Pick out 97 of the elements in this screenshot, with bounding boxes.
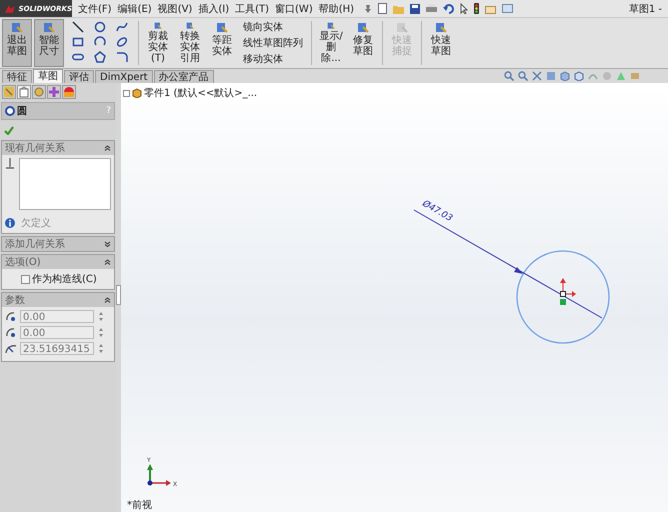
section-header[interactable]: 选项(O) — [2, 255, 114, 269]
tool-icon — [325, 22, 337, 30]
ribbon-button[interactable]: 剪裁实体(T) — [143, 19, 173, 67]
view-orientation-icon[interactable] — [560, 71, 570, 81]
axis-triad-drawing — [147, 464, 171, 486]
line-tool-icon[interactable] — [72, 20, 84, 32]
pin-icon[interactable] — [364, 4, 372, 14]
arc-tool-icon[interactable] — [94, 36, 106, 48]
tool-icon — [152, 22, 164, 30]
spin-control[interactable] — [97, 326, 105, 339]
tool-icon — [184, 22, 196, 30]
property-manager-tab-icon[interactable] — [17, 85, 31, 99]
zoom-area-icon[interactable] — [518, 71, 528, 81]
tree-item[interactable]: 零件1 (默认<<默认>_... — [144, 86, 258, 100]
section-view-icon[interactable] — [546, 71, 556, 81]
status-text: 欠定义 — [21, 216, 51, 230]
ribbon-button[interactable]: 显示/删除... — [316, 19, 346, 67]
fillet-tool-icon[interactable] — [116, 50, 128, 62]
undo-icon[interactable] — [443, 4, 454, 14]
dimxpert-tab-icon[interactable] — [47, 85, 61, 99]
collapse-icon[interactable] — [104, 145, 111, 151]
parameter-field[interactable]: 0.00 — [20, 310, 94, 323]
circle-tool-icon[interactable] — [94, 20, 106, 32]
tool-icon — [435, 22, 447, 34]
spline-tool-icon[interactable] — [116, 20, 128, 32]
command-tab[interactable]: 评估 — [64, 70, 94, 83]
screen-icon[interactable] — [502, 4, 514, 14]
ellipse-tool-icon[interactable] — [116, 36, 128, 48]
info-icon — [5, 218, 15, 228]
section-header[interactable]: 添加几何关系 — [2, 237, 114, 251]
ribbon-button[interactable]: 等距实体 — [207, 19, 237, 67]
new-document-icon[interactable] — [378, 3, 388, 14]
part-icon — [132, 88, 142, 98]
polygon-tool-icon[interactable] — [94, 50, 106, 62]
relations-list[interactable] — [19, 158, 111, 210]
radius-icon — [5, 343, 17, 354]
parameter-field[interactable]: 23.51693415 — [20, 342, 94, 355]
command-tab[interactable]: 草图 — [33, 69, 63, 83]
document-title: 草图1 - — [628, 2, 663, 16]
tool-icon — [216, 22, 228, 34]
display-style-icon[interactable] — [574, 71, 584, 81]
command-tab[interactable]: 办公室产品 — [154, 70, 214, 83]
collapse-icon[interactable] — [104, 297, 111, 303]
checkbox[interactable] — [21, 274, 30, 284]
feature-tree-tab-icon[interactable] — [2, 85, 16, 99]
menu-item[interactable]: 工具(T) — [233, 2, 272, 16]
section-header[interactable]: 现有几何关系 — [2, 141, 114, 155]
options-icon[interactable] — [485, 4, 496, 14]
menu-item[interactable]: 帮助(H) — [316, 2, 356, 16]
configuration-tab-icon[interactable] — [32, 85, 46, 99]
section-header[interactable]: 参数 — [2, 293, 114, 307]
command-tab[interactable]: 特征 — [2, 70, 32, 83]
relation-icon — [5, 158, 15, 169]
ribbon-button[interactable]: 快速草图 — [426, 19, 456, 67]
tool-icon — [11, 22, 23, 34]
command-tab[interactable]: DimXpert — [95, 70, 153, 83]
ribbon-list-item[interactable]: 移动实体 — [241, 52, 305, 66]
checkbox-label: 作为构造线(C) — [32, 272, 97, 286]
spin-control[interactable] — [97, 310, 105, 323]
expand-icon[interactable] — [104, 241, 111, 247]
pointer-icon[interactable] — [460, 3, 468, 14]
ribbon-list-item[interactable]: 镜向实体 — [241, 20, 305, 34]
zoom-fit-icon[interactable] — [504, 71, 514, 81]
menu-item[interactable]: 文件(F) — [76, 2, 114, 16]
collapse-icon[interactable] — [104, 259, 111, 265]
ribbon-button[interactable]: 转换实体引用 — [175, 19, 205, 67]
origin-marker-icon — [560, 278, 576, 305]
menu-item[interactable]: 视图(V) — [156, 2, 194, 16]
previous-view-icon[interactable] — [532, 71, 542, 81]
logo-icon — [4, 4, 16, 14]
view-name-label: *前视 — [127, 498, 152, 512]
print-icon[interactable] — [426, 4, 438, 14]
display-tab-icon[interactable] — [62, 85, 76, 99]
ok-checkmark-icon[interactable] — [4, 126, 14, 134]
tool-icon — [396, 22, 408, 34]
view-settings-icon[interactable] — [630, 71, 640, 81]
ribbon-list-item[interactable]: 线性草图阵列 — [241, 36, 305, 50]
panel-title: 圆 — [17, 105, 27, 118]
ribbon-button[interactable]: 修复草图 — [348, 19, 378, 67]
circle-feature-icon — [5, 106, 15, 116]
ribbon-button[interactable]: 退出草图 — [2, 19, 32, 67]
coordinate-icon — [5, 327, 17, 338]
traffic-light-icon[interactable] — [474, 3, 480, 14]
panel-splitter-handle[interactable] — [116, 285, 121, 305]
sketch-circle[interactable] — [516, 250, 610, 344]
menu-item[interactable]: 插入(I) — [196, 2, 232, 16]
ribbon-button[interactable]: 智能尺寸 — [34, 19, 64, 67]
coordinate-icon — [5, 311, 17, 322]
menu-item[interactable]: 编辑(E) — [116, 2, 154, 16]
menu-item[interactable]: 窗口(W) — [273, 2, 315, 16]
tool-icon — [357, 22, 369, 34]
rectangle-tool-icon[interactable] — [72, 36, 84, 48]
spin-control[interactable] — [97, 342, 105, 355]
expand-toggle[interactable] — [123, 90, 130, 96]
parameter-field[interactable]: 0.00 — [20, 326, 94, 339]
save-icon[interactable] — [410, 4, 420, 14]
tool-icon — [43, 22, 55, 34]
